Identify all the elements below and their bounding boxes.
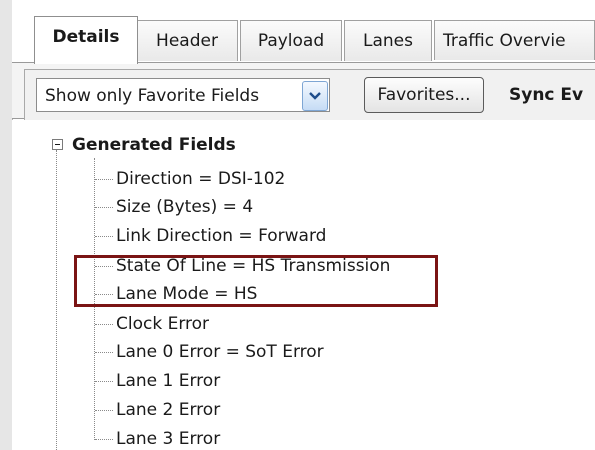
tree-item-size-bytes[interactable]: Size (Bytes) = 4: [116, 195, 253, 219]
tab-details[interactable]: Details: [34, 16, 138, 64]
tree-connector-children: [94, 158, 95, 440]
minus-box-icon[interactable]: [52, 139, 63, 150]
tree-item-lane-3-error[interactable]: Lane 3 Error: [116, 427, 220, 450]
tree-branch: [95, 410, 113, 411]
tree-branch: [95, 266, 113, 267]
favorites-button[interactable]: Favorites...: [364, 77, 484, 113]
tree-connector-root: [56, 150, 57, 450]
tree-group-generated-fields[interactable]: Generated Fields: [72, 133, 236, 157]
tree-item-direction[interactable]: Direction = DSI-102: [116, 167, 285, 191]
tree-branch: [95, 381, 113, 382]
tab-payload[interactable]: Payload: [240, 20, 342, 61]
tree-item-lane-0-error[interactable]: Lane 0 Error = SoT Error: [116, 340, 324, 364]
tree-item-lane-2-error[interactable]: Lane 2 Error: [116, 398, 220, 422]
tree-item-state-of-line[interactable]: State Of Line = HS Transmission: [116, 254, 390, 278]
tree-branch: [95, 236, 113, 237]
fields-tree: [12, 120, 595, 450]
tree-item-lane-1-error[interactable]: Lane 1 Error: [116, 369, 220, 393]
tree-branch: [95, 207, 113, 208]
tab-header[interactable]: Header: [136, 20, 238, 61]
tab-lanes[interactable]: Lanes: [344, 20, 432, 61]
chevron-down-icon: [309, 92, 321, 100]
tree-branch: [95, 179, 113, 180]
tree-branch: [95, 352, 113, 353]
tree-item-link-direction[interactable]: Link Direction = Forward: [116, 224, 326, 248]
favorite-fields-filter[interactable]: Show only Favorite Fields: [36, 78, 330, 112]
tree-branch: [95, 294, 113, 295]
tree-branch: [95, 324, 113, 325]
tree-item-clock-error[interactable]: Clock Error: [116, 312, 209, 336]
sync-events-label[interactable]: Sync Ev: [509, 78, 583, 112]
tree-item-lane-mode[interactable]: Lane Mode = HS: [116, 282, 257, 306]
tree-branch: [95, 439, 113, 440]
tab-traffic-overview[interactable]: Traffic Overvie: [434, 20, 595, 60]
filter-dropdown-button[interactable]: [302, 81, 328, 111]
details-panel: Details Header Payload Lanes Traffic Ove…: [0, 0, 595, 450]
